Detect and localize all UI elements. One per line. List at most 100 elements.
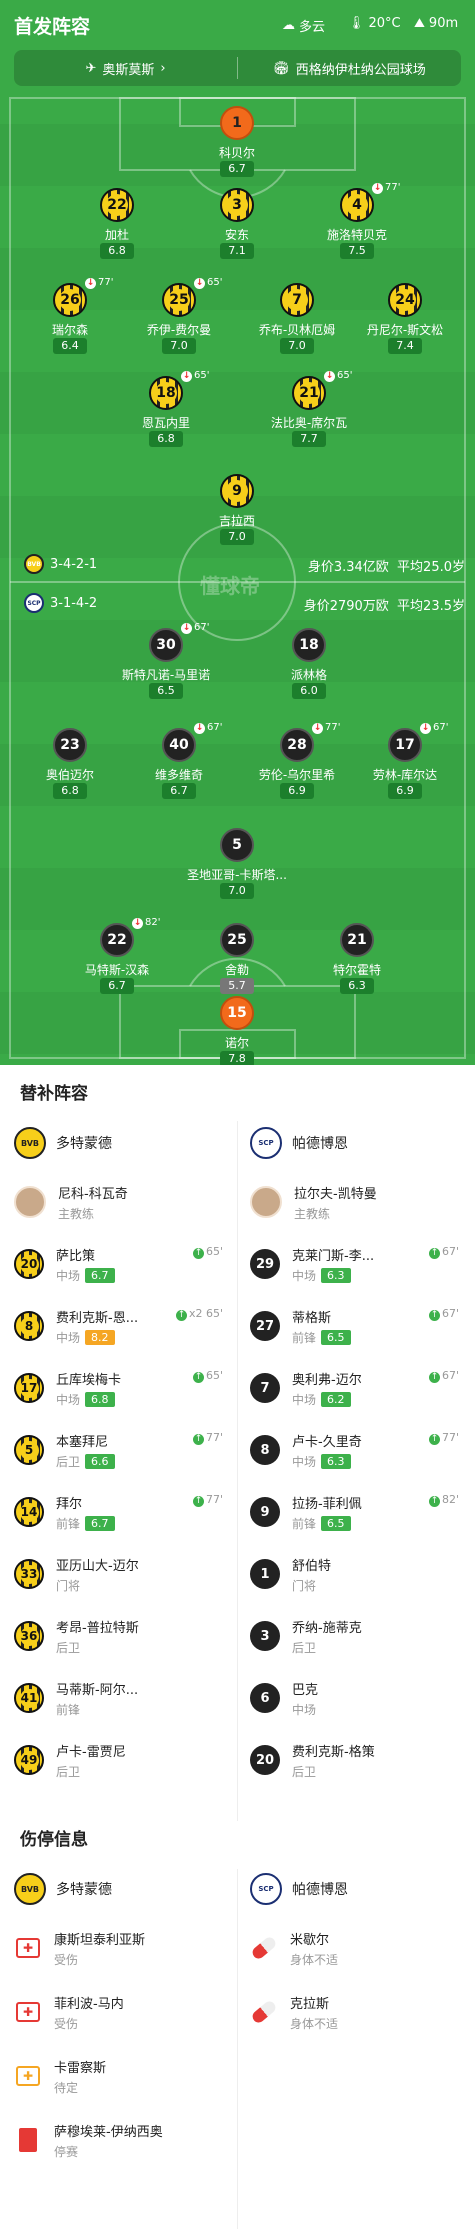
player-marker[interactable]: 26 ↓ 77' 瑞尔森 6.4: [15, 277, 125, 363]
coach-row[interactable]: 拉尔夫-凯特曼 主教练: [250, 1173, 465, 1231]
player-marker[interactable]: 18 ↓ 65' 恩瓦内里 6.8: [111, 370, 221, 456]
player-marker[interactable]: 4 ↓ 77' 施洛特贝克 7.5: [302, 182, 412, 268]
player-name: 马蒂斯-阿尔...: [56, 1682, 139, 1698]
jersey-number: 4: [340, 188, 374, 222]
player-marker[interactable]: 25 舍勒 5.7: [182, 923, 292, 1003]
player-name: 加杜: [104, 228, 129, 242]
jersey-number: 29: [250, 1249, 280, 1279]
mountain-icon: ⛰: [414, 16, 425, 31]
player-position: 中场: [292, 1454, 317, 1469]
player-marker[interactable]: 17 ↓ 67' 劳林-库尔达 6.9: [350, 722, 460, 808]
sub-player-row[interactable]: 14 拜尔 前锋 6.7 ↑ 77': [14, 1483, 229, 1541]
player-name: 卢卡-雷贾尼: [56, 1744, 126, 1760]
sub-player-row[interactable]: 8 费利克斯-恩... 中场 8.2 ↑ x2 65': [14, 1297, 229, 1355]
sub-player-row[interactable]: 6 巴克 中场: [250, 1669, 465, 1727]
sub-player-row[interactable]: 8 卢卡-久里奇 中场 6.3 ↑ 77': [250, 1421, 465, 1479]
jersey-number: 7: [250, 1373, 280, 1403]
sub-player-row[interactable]: 1 舒伯特 门将: [250, 1545, 465, 1603]
player-name: 舍勒: [224, 963, 249, 977]
sub-player-row[interactable]: 17 丘库埃梅卡 中场 6.8 ↑ 65': [14, 1359, 229, 1417]
sub-player-row[interactable]: 27 蒂格斯 前锋 6.5 ↑ 67': [250, 1297, 465, 1355]
sub-player-row[interactable]: 20 萨比策 中场 6.7 ↑ 65': [14, 1235, 229, 1293]
player-rating: 7.4: [388, 338, 422, 354]
sub-off-badge: ↓ 82': [132, 917, 161, 929]
subs-home-team[interactable]: BVB 多特蒙德: [14, 1127, 112, 1159]
dortmund-logo-icon: BVB: [14, 1127, 46, 1159]
player-marker[interactable]: 18 派林格 6.0: [254, 628, 364, 708]
player-marker[interactable]: 28 ↓ 77' 劳伦-乌尔里希 6.9: [242, 722, 352, 808]
player-rating: 5.7: [220, 978, 254, 994]
sub-player-row[interactable]: 33 亚历山大-迈尔 门将: [14, 1545, 229, 1603]
player-name: 圣地亚哥-卡斯塔...: [187, 868, 287, 882]
player-rating: 6.5: [149, 683, 183, 699]
sub-player-row[interactable]: 36 考昂-普拉特斯 后卫: [14, 1607, 229, 1665]
sub-in-time: ↑ x2 65': [175, 1307, 223, 1321]
opponent-link[interactable]: ✈ 奥斯莫斯 ›: [14, 50, 237, 86]
player-marker[interactable]: 5 圣地亚哥-卡斯塔... 7.0: [182, 828, 292, 908]
sub-in-time: ↑ 77': [428, 1431, 459, 1445]
injury-row[interactable]: 米歇尔 身体不适: [250, 1919, 465, 1977]
subs-away-team[interactable]: SCP 帕德博恩: [250, 1127, 348, 1159]
player-marker[interactable]: 24 丹尼尔-斯文松 7.4: [350, 283, 460, 363]
player-marker[interactable]: 25 ↓ 65' 乔伊-费尔曼 7.0: [124, 277, 234, 363]
pitch: 首发阵容 ☁ 多云 🌡 20°C ⛰ 90m ✈ 奥斯莫斯 › 🏟 西格纳伊杜纳公园球…: [0, 0, 475, 1065]
weather: ☁ 多云: [282, 18, 326, 35]
sub-off-badge: ↓ 77': [85, 277, 114, 289]
player-marker[interactable]: 22 加杜 6.8: [62, 188, 172, 268]
sub-player-row[interactable]: 20 费利克斯-格策 后卫: [250, 1731, 465, 1789]
player-marker[interactable]: 23 奥伯迈尔 6.8: [15, 728, 125, 808]
player-marker[interactable]: 40 ↓ 67' 维多维奇 6.7: [124, 722, 234, 808]
player-name: 拉尔夫-凯特曼: [294, 1186, 377, 1202]
sub-in-arrow-icon: ↑: [175, 1310, 187, 1321]
player-rating: 7.7: [292, 431, 326, 447]
injury-away-team[interactable]: SCP 帕德博恩: [250, 1873, 348, 1905]
player-marker[interactable]: 30 ↓ 67' 斯特凡诺-马里诺 6.5: [111, 622, 221, 708]
injury-row[interactable]: ✚ 菲利波-马内 受伤: [14, 1983, 229, 2041]
sub-player-row[interactable]: 29 克莱门斯-李... 中场 6.3 ↑ 67': [250, 1235, 465, 1293]
player-rating: 6.8: [100, 243, 134, 259]
sub-player-row[interactable]: 7 奥利弗-迈尔 中场 6.2 ↑ 67': [250, 1359, 465, 1417]
injury-home-team[interactable]: BVB 多特蒙德: [14, 1873, 112, 1905]
jersey-number: 8: [250, 1435, 280, 1465]
sub-in-time: ↑ 67': [428, 1369, 459, 1383]
player-marker[interactable]: 9 吉拉西 7.0: [182, 474, 292, 554]
injury-row[interactable]: 克拉斯 身体不适: [250, 1983, 465, 2041]
player-rating: 6.9: [280, 783, 314, 799]
player-rating: 6.3: [321, 1267, 351, 1283]
away-value-info: 身价2790万欧 平均23.5岁: [303, 599, 465, 614]
player-marker[interactable]: 7 乔布-贝林厄姆 7.0: [242, 283, 352, 363]
player-name: 舒伯特: [292, 1558, 332, 1574]
player-marker[interactable]: 22 ↓ 82' 马特斯-汉森 6.7: [62, 917, 172, 1003]
sub-arrow-icon: ↓: [372, 183, 383, 194]
sub-in-time: ↑ 67': [428, 1245, 459, 1259]
sub-in-arrow-icon: ↑: [428, 1248, 440, 1259]
sub-player-row[interactable]: 9 拉扬-菲利佩 前锋 6.5 ↑ 82': [250, 1483, 465, 1541]
sub-player-row[interactable]: 5 本塞拜尼 后卫 6.6 ↑ 77': [14, 1421, 229, 1479]
player-marker[interactable]: 3 安东 7.1: [182, 188, 292, 268]
sub-player-row[interactable]: 41 马蒂斯-阿尔... 前锋: [14, 1669, 229, 1727]
player-name: 费利克斯-恩...: [56, 1310, 139, 1326]
player-marker[interactable]: 15 诺尔 7.8: [182, 996, 292, 1065]
thermometer-icon: 🌡: [348, 16, 365, 31]
player-position: 前锋: [292, 1516, 317, 1531]
player-name: 维多维奇: [154, 768, 203, 782]
sub-arrow-icon: ↓: [324, 371, 335, 382]
jersey-number: 14: [14, 1497, 44, 1527]
sub-player-row[interactable]: 3 乔纳-施蒂克 后卫: [250, 1607, 465, 1665]
sub-player-row[interactable]: 49 卢卡-雷贾尼 后卫: [14, 1731, 229, 1789]
injury-row[interactable]: ✚ 康斯坦泰利亚斯 受伤: [14, 1919, 229, 1977]
player-marker[interactable]: 21 ↓ 65' 法比奥-席尔瓦 7.7: [254, 370, 364, 456]
coach-row[interactable]: 尼科-科瓦奇 主教练: [14, 1173, 229, 1231]
injury-row[interactable]: 萨穆埃莱-伊纳西奥 停赛: [14, 2111, 229, 2169]
player-position: 中场: [56, 1392, 81, 1407]
player-marker[interactable]: 1 科贝尔 6.7: [182, 106, 292, 186]
player-marker[interactable]: 21 特尔霍特 6.3: [302, 923, 412, 1003]
sub-in-time: ↑ 77': [192, 1493, 223, 1507]
stadium-info: 🏟 西格纳伊杜纳公园球场: [273, 60, 426, 78]
jersey-number: 5: [220, 828, 254, 862]
pill-icon: [250, 1998, 278, 2026]
injury-row[interactable]: ✚ 卡雷察斯 待定: [14, 2047, 229, 2105]
player-rating: 6.7: [162, 783, 196, 799]
cloud-icon: ☁: [282, 18, 295, 33]
player-rating: 7.5: [340, 243, 374, 259]
